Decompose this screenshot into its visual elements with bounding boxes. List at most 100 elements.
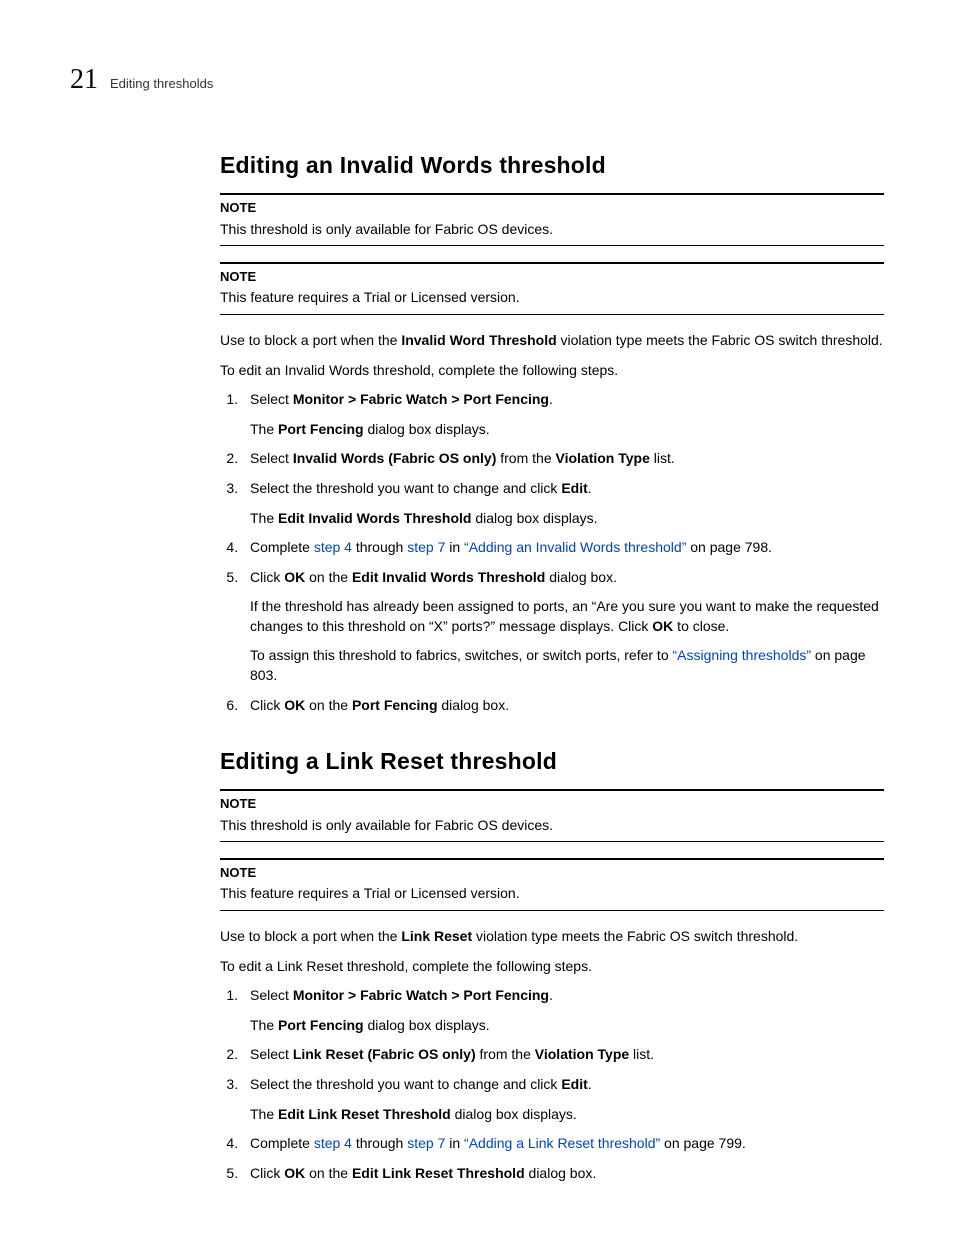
note-label: NOTE <box>220 795 884 813</box>
step-item: Select Monitor > Fabric Watch > Port Fen… <box>242 390 884 439</box>
text: . <box>588 1076 592 1092</box>
substep: The Port Fencing dialog box displays. <box>250 420 884 440</box>
bold-text: Edit <box>561 1076 587 1092</box>
bold-text: OK <box>284 697 305 713</box>
note-label: NOTE <box>220 268 884 286</box>
page-header: 21 Editing thresholds <box>70 60 884 99</box>
link-step-4[interactable]: step 4 <box>314 1135 352 1151</box>
link-step-4[interactable]: step 4 <box>314 539 352 555</box>
link-assigning-thresholds[interactable]: “Assigning thresholds” <box>673 647 812 663</box>
text: . <box>588 480 592 496</box>
text: Select <box>250 1046 293 1062</box>
note-rule-bottom <box>220 910 884 911</box>
substep: The Edit Invalid Words Threshold dialog … <box>250 509 884 529</box>
note-rule <box>220 789 884 791</box>
text: The <box>250 1017 278 1033</box>
note-rule-bottom <box>220 841 884 842</box>
menu-path: Monitor > Fabric Watch > Port Fencing <box>293 391 549 407</box>
note-rule <box>220 262 884 264</box>
text: The <box>250 510 278 526</box>
text: If the threshold has already been assign… <box>250 598 879 634</box>
step-item: Select Monitor > Fabric Watch > Port Fen… <box>242 986 884 1035</box>
step-item: Select Invalid Words (Fabric OS only) fr… <box>242 449 884 469</box>
step-item: Click OK on the Port Fencing dialog box. <box>242 696 884 716</box>
text: list. <box>629 1046 654 1062</box>
text: through <box>352 539 407 555</box>
bold-text: Port Fencing <box>278 421 364 437</box>
bold-text: OK <box>652 618 673 634</box>
note-rule <box>220 193 884 195</box>
text: dialog box displays. <box>364 1017 490 1033</box>
intro-paragraph: To edit an Invalid Words threshold, comp… <box>220 361 884 381</box>
text: to close. <box>673 618 729 634</box>
text: Complete <box>250 1135 314 1151</box>
text: . <box>549 987 553 1003</box>
substep: To assign this threshold to fabrics, swi… <box>250 646 884 685</box>
step-item: Complete step 4 through step 7 in “Addin… <box>242 1134 884 1154</box>
intro-paragraph: Use to block a port when the Invalid Wor… <box>220 331 884 351</box>
note-text: This feature requires a Trial or License… <box>220 288 884 308</box>
text: Click <box>250 1165 284 1181</box>
note-text: This threshold is only available for Fab… <box>220 816 884 836</box>
substep: If the threshold has already been assign… <box>250 597 884 636</box>
text: Select the threshold you want to change … <box>250 480 561 496</box>
bold-text: Edit Invalid Words Threshold <box>352 569 545 585</box>
section-title-invalid-words: Editing an Invalid Words threshold <box>220 149 884 181</box>
text: through <box>352 1135 407 1151</box>
text: Click <box>250 697 284 713</box>
text: The <box>250 1106 278 1122</box>
bold-text: Edit Invalid Words Threshold <box>278 510 471 526</box>
bold-text: OK <box>284 569 305 585</box>
bold-text: Link Reset (Fabric OS only) <box>293 1046 476 1062</box>
text: Select <box>250 450 293 466</box>
text: on page 798. <box>686 539 772 555</box>
link-step-7[interactable]: step 7 <box>407 1135 445 1151</box>
bold-text: Edit <box>561 480 587 496</box>
text: list. <box>650 450 675 466</box>
intro-paragraph: Use to block a port when the Link Reset … <box>220 927 884 947</box>
step-item: Select the threshold you want to change … <box>242 1075 884 1124</box>
note-rule <box>220 858 884 860</box>
text: dialog box displays. <box>471 510 597 526</box>
substep: The Port Fencing dialog box displays. <box>250 1016 884 1036</box>
menu-path: Monitor > Fabric Watch > Port Fencing <box>293 987 549 1003</box>
text: Select <box>250 987 293 1003</box>
bold-text: Link Reset <box>401 928 472 944</box>
text: Use to block a port when the <box>220 332 401 348</box>
text: in <box>445 1135 464 1151</box>
text: dialog box displays. <box>364 421 490 437</box>
text: in <box>445 539 464 555</box>
link-adding-link-reset[interactable]: “Adding a Link Reset threshold” <box>464 1135 660 1151</box>
text: . <box>549 391 553 407</box>
text: Click <box>250 569 284 585</box>
text: Complete <box>250 539 314 555</box>
text: The <box>250 421 278 437</box>
bold-text: OK <box>284 1165 305 1181</box>
text: on page 799. <box>660 1135 746 1151</box>
step-item: Click OK on the Edit Link Reset Threshol… <box>242 1164 884 1184</box>
substep: The Edit Link Reset Threshold dialog box… <box>250 1105 884 1125</box>
bold-text: Invalid Words (Fabric OS only) <box>293 450 497 466</box>
text: from the <box>496 450 555 466</box>
step-item: Click OK on the Edit Invalid Words Thres… <box>242 568 884 686</box>
bold-text: Edit Link Reset Threshold <box>278 1106 451 1122</box>
running-header: Editing thresholds <box>110 75 213 93</box>
bold-text: Edit Link Reset Threshold <box>352 1165 525 1181</box>
link-adding-invalid-words[interactable]: “Adding an Invalid Words threshold” <box>464 539 686 555</box>
text: dialog box. <box>545 569 617 585</box>
steps-list: Select Monitor > Fabric Watch > Port Fen… <box>220 390 884 715</box>
note-label: NOTE <box>220 864 884 882</box>
steps-list: Select Monitor > Fabric Watch > Port Fen… <box>220 986 884 1183</box>
bold-text: Violation Type <box>535 1046 629 1062</box>
note-rule-bottom <box>220 245 884 246</box>
text: Select the threshold you want to change … <box>250 1076 561 1092</box>
text: To assign this threshold to fabrics, swi… <box>250 647 673 663</box>
bold-text: Port Fencing <box>278 1017 364 1033</box>
text: from the <box>476 1046 535 1062</box>
step-item: Complete step 4 through step 7 in “Addin… <box>242 538 884 558</box>
bold-text: Invalid Word Threshold <box>401 332 556 348</box>
link-step-7[interactable]: step 7 <box>407 539 445 555</box>
text: on the <box>305 569 352 585</box>
note-text: This threshold is only available for Fab… <box>220 220 884 240</box>
bold-text: Port Fencing <box>352 697 438 713</box>
